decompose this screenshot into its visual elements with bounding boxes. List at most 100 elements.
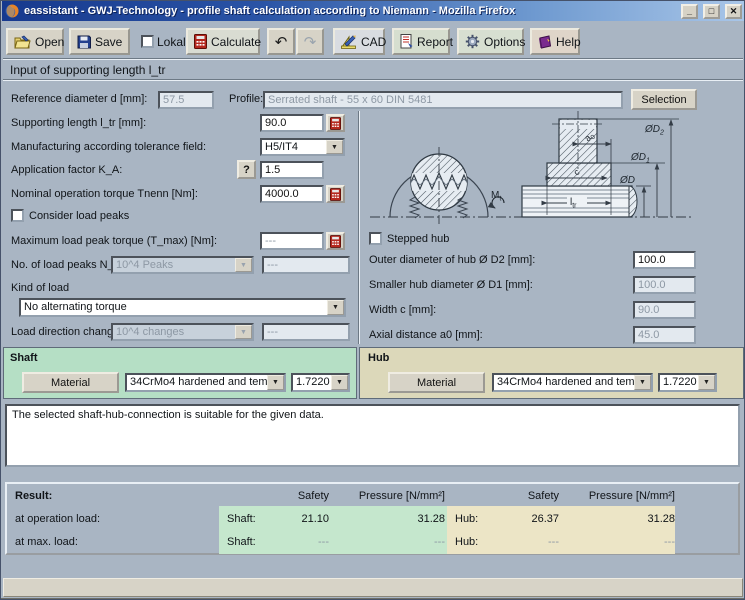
result-panel: Result: Safety Pressure [N/mm²] Safety P…: [5, 482, 740, 555]
shaft-hub-technical-drawing: Mt a0 c ltr ØD2 ØD1 ØD: [370, 111, 694, 225]
stepped-hub-checkbox[interactable]: [369, 232, 382, 245]
open-button-label: Open: [35, 34, 65, 49]
shaft-pressure-header: Pressure [N/mm²]: [358, 490, 445, 502]
redo-icon: ↷: [303, 33, 317, 51]
hub-material-value: 34CrMo4 hardened and tem: [497, 376, 634, 388]
nominal-torque-field[interactable]: [260, 185, 324, 203]
title-bar[interactable]: eassistant - GWJ-Technology - profile sh…: [2, 1, 744, 21]
max-load-row-label: at max. load:: [15, 536, 78, 548]
chevron-down-icon[interactable]: [634, 375, 651, 390]
close-button[interactable]: ✕: [725, 3, 742, 19]
width-c-field[interactable]: [633, 301, 696, 319]
hub-material-select[interactable]: 34CrMo4 hardened and tem: [492, 373, 653, 392]
width-c-label: Width c [mm]:: [369, 304, 437, 316]
application-factor-label: Application factor K_A:: [11, 164, 123, 176]
smaller-diameter-field[interactable]: [633, 276, 696, 294]
help-button[interactable]: Help: [530, 28, 581, 55]
application-factor-help-button[interactable]: ?: [237, 160, 256, 179]
nominal-torque-label: Nominal operation torque Tnenn [Nm]:: [11, 188, 198, 200]
lokal-checkbox[interactable]: [141, 35, 154, 48]
save-button[interactable]: Save: [69, 28, 130, 55]
lokal-checkbox-label: Lokal: [157, 35, 186, 49]
operation-shaft-label: Shaft:: [227, 513, 256, 525]
chevron-down-icon[interactable]: [698, 375, 715, 390]
shaft-material-value: 34CrMo4 hardened and tem: [130, 376, 267, 388]
kind-of-load-value: No alternating torque: [24, 301, 127, 313]
kind-of-load-select[interactable]: No alternating torque: [19, 298, 346, 317]
window-title: eassistant - GWJ-Technology - profile sh…: [24, 5, 516, 17]
max-peak-torque-calc-button[interactable]: [326, 232, 345, 250]
calculator-icon: [330, 234, 341, 248]
tolerance-field-label: Manufacturing according tolerance field:: [11, 141, 207, 153]
max-shaft-pressure: ---: [434, 536, 445, 548]
supporting-length-field[interactable]: [260, 114, 324, 132]
consider-load-peaks-checkbox[interactable]: [11, 209, 24, 222]
svg-text:ØD: ØD: [619, 175, 635, 186]
open-button[interactable]: Open: [6, 28, 64, 55]
load-direction-field[interactable]: [262, 323, 350, 341]
consider-load-peaks-label: Consider load peaks: [29, 210, 130, 222]
reference-diameter-label: Reference diameter d [mm]:: [11, 93, 148, 105]
load-peaks-field[interactable]: [262, 256, 350, 274]
hub-material-number-select[interactable]: 1.7220: [658, 373, 717, 392]
reference-diameter-field[interactable]: [158, 91, 214, 109]
supporting-length-calc-button[interactable]: [326, 114, 345, 132]
hub-material-button[interactable]: Material: [388, 372, 485, 393]
max-shaft-label: Shaft:: [227, 536, 256, 548]
undo-button[interactable]: ↶: [267, 28, 295, 55]
calculator-icon: [330, 187, 341, 201]
axial-distance-label: Axial distance a0 [mm]:: [369, 329, 483, 341]
undo-icon: ↶: [274, 33, 288, 51]
chevron-down-icon[interactable]: [267, 375, 284, 390]
maximize-button[interactable]: □: [703, 3, 720, 19]
svg-text:ØD1: ØD1: [630, 152, 650, 165]
options-button[interactable]: Options: [457, 28, 526, 55]
operation-hub-safety: 26.37: [531, 513, 559, 525]
chevron-down-icon[interactable]: [327, 300, 344, 315]
shaft-material-button[interactable]: Material: [22, 372, 119, 393]
save-button-label: Save: [95, 34, 123, 49]
chevron-down-icon[interactable]: [326, 140, 343, 154]
nominal-torque-calc-button[interactable]: [326, 185, 345, 203]
report-document-icon: [400, 34, 413, 49]
chevron-down-icon[interactable]: [235, 325, 252, 339]
shaft-material-number-select[interactable]: 1.7220: [291, 373, 350, 392]
axial-distance-field[interactable]: [633, 326, 696, 344]
shaft-material-select[interactable]: 34CrMo4 hardened and tem: [125, 373, 286, 392]
outer-diameter-field[interactable]: [633, 251, 696, 269]
supporting-length-label: Supporting length l_tr [mm]:: [11, 117, 147, 129]
load-direction-select[interactable]: 10^4 changes: [111, 323, 254, 341]
profile-label: Profile:: [229, 93, 264, 105]
svg-text:ØD2: ØD2: [644, 124, 664, 137]
options-button-label: Options: [484, 34, 526, 49]
report-button-label: Report: [417, 34, 454, 49]
minimize-button[interactable]: _: [681, 3, 698, 19]
redo-button[interactable]: ↷: [296, 28, 324, 55]
hub-safety-header: Safety: [527, 490, 559, 502]
max-hub-pressure: ---: [664, 536, 675, 548]
calculate-button[interactable]: Calculate: [186, 28, 262, 55]
status-bar: [3, 578, 743, 597]
application-factor-field[interactable]: [260, 161, 324, 179]
tolerance-field-value: H5/IT4: [265, 141, 299, 153]
max-peak-torque-label: Maximum load peak torque (T_max) [Nm]:: [11, 235, 218, 247]
max-hub-safety: ---: [548, 536, 559, 548]
smaller-diameter-label: Smaller hub diameter Ø D1 [mm]:: [369, 279, 533, 291]
tolerance-field-select[interactable]: H5/IT4: [260, 138, 345, 156]
report-button[interactable]: Report: [392, 28, 454, 55]
calculator-icon: [330, 116, 341, 130]
page-title: Input of supporting length l_tr: [10, 63, 166, 77]
calculate-button-label: Calculate: [211, 34, 262, 49]
open-folder-icon: [14, 35, 31, 49]
save-floppy-icon: [77, 35, 91, 49]
load-peaks-select[interactable]: 10^4 Peaks: [111, 256, 254, 274]
cad-button[interactable]: CAD: [333, 28, 386, 55]
message-box[interactable]: The selected shaft-hub-connection is sui…: [5, 404, 740, 467]
calculator-icon: [194, 34, 207, 49]
chevron-down-icon[interactable]: [235, 258, 252, 272]
max-peak-torque-field[interactable]: [260, 232, 324, 250]
load-peaks-select-value: 10^4 Peaks: [116, 259, 174, 271]
hub-material-panel: Hub Material 34CrMo4 hardened and tem 1.…: [359, 347, 744, 399]
chevron-down-icon[interactable]: [331, 375, 348, 390]
hub-pressure-header: Pressure [N/mm²]: [588, 490, 675, 502]
